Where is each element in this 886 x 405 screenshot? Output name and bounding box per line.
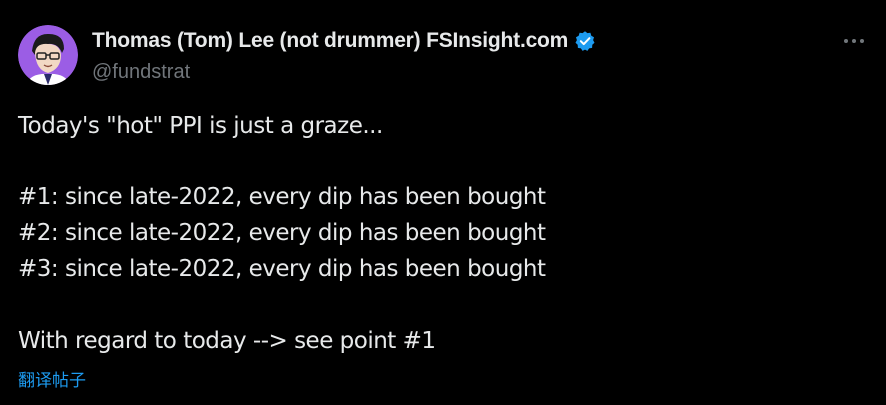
more-options-icon[interactable]: [836, 28, 872, 54]
tweet-line-2: #1: since late-2022, every dip has been …: [18, 184, 546, 210]
tweet-card: Thomas (Tom) Lee (not drummer) FSInsight…: [0, 0, 886, 405]
tweet-line-4: #3: since late-2022, every dip has been …: [18, 256, 546, 282]
verified-badge-icon[interactable]: [574, 30, 596, 52]
tweet-line-3: #2: since late-2022, every dip has been …: [18, 220, 546, 246]
tweet-line-5: With regard to today --> see point #1: [18, 328, 436, 354]
author-name-row: Thomas (Tom) Lee (not drummer) FSInsight…: [92, 29, 596, 53]
author-avatar[interactable]: [18, 25, 78, 85]
translate-post-link[interactable]: 翻译帖子: [18, 366, 86, 391]
author-handle[interactable]: @fundstrat: [92, 61, 190, 84]
author-display-name[interactable]: Thomas (Tom) Lee (not drummer) FSInsight…: [92, 29, 568, 53]
tweet-line-1: Today's "hot" PPI is just a graze...: [18, 113, 383, 139]
avatar-cartoon-icon: [18, 25, 78, 85]
